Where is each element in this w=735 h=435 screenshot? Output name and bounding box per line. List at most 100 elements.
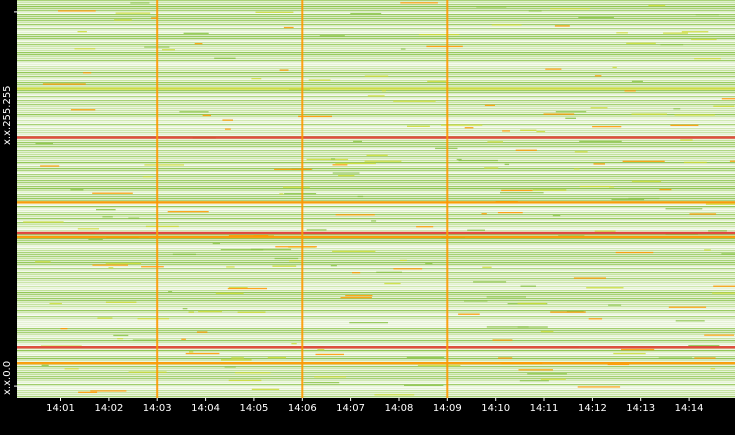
traffic-speck — [590, 107, 608, 109]
traffic-row — [17, 358, 735, 360]
traffic-row — [17, 2, 735, 4]
traffic-row — [17, 392, 735, 394]
traffic-speck — [345, 295, 373, 297]
traffic-row — [17, 188, 735, 190]
traffic-speck — [565, 117, 576, 119]
traffic-speck — [497, 212, 523, 214]
traffic-row — [17, 222, 735, 224]
traffic-speck — [60, 328, 68, 330]
traffic-speck — [330, 265, 337, 267]
traffic-speck — [97, 317, 113, 319]
traffic-speck — [306, 158, 349, 161]
traffic-speck — [115, 12, 151, 14]
traffic-row — [17, 246, 735, 248]
traffic-speck — [393, 100, 436, 102]
traffic-row — [17, 318, 735, 320]
traffic-speck — [660, 44, 684, 46]
traffic-row — [17, 206, 735, 208]
traffic-row — [17, 258, 735, 260]
traffic-speck — [275, 246, 317, 248]
traffic-speck — [486, 326, 529, 328]
traffic-speck — [42, 83, 86, 85]
traffic-speck — [426, 45, 463, 48]
traffic-row — [17, 328, 735, 330]
traffic-row — [17, 228, 735, 230]
traffic-speck — [683, 161, 707, 164]
traffic-speck — [573, 168, 580, 170]
traffic-speck — [92, 192, 133, 194]
traffic-speck — [384, 282, 401, 285]
traffic-row — [17, 124, 735, 126]
traffic-speck — [141, 266, 164, 268]
traffic-row — [17, 56, 735, 58]
traffic-speck — [49, 302, 62, 305]
traffic-row — [17, 40, 735, 42]
traffic-speck — [137, 318, 170, 320]
traffic-row — [17, 388, 735, 390]
traffic-speck — [88, 238, 103, 240]
traffic-row — [17, 94, 735, 96]
traffic-speck — [162, 49, 175, 51]
traffic-row — [17, 354, 735, 356]
traffic-row — [17, 212, 735, 214]
traffic-speck — [504, 163, 510, 166]
traffic-row — [17, 204, 735, 206]
x-tick-label: 14:02 — [94, 403, 123, 414]
traffic-speck — [528, 10, 542, 12]
traffic-speck — [631, 113, 667, 115]
traffic-speck — [102, 216, 113, 218]
traffic-speck — [594, 230, 616, 232]
traffic-speck — [658, 357, 693, 359]
traffic-row — [17, 380, 735, 382]
traffic-row — [17, 386, 735, 388]
traffic-row — [17, 146, 735, 148]
traffic-heatmap: 14:01 14:02 14:03 14:04 14:05 14:06 14:07 14:08… — [0, 0, 735, 415]
traffic-speck — [114, 19, 132, 21]
traffic-speck — [182, 308, 188, 310]
traffic-speck — [406, 356, 445, 359]
traffic-speck — [427, 80, 447, 82]
traffic-speck — [665, 208, 703, 210]
traffic-row — [17, 254, 735, 256]
traffic-row — [17, 326, 735, 328]
traffic-speck — [612, 66, 617, 69]
vertical-spike — [156, 0, 159, 398]
traffic-speck — [90, 390, 127, 392]
traffic-speck — [41, 364, 49, 366]
horizontal-band — [17, 201, 735, 204]
traffic-speck — [188, 311, 194, 313]
traffic-row — [17, 242, 735, 244]
traffic-speck — [364, 75, 389, 77]
traffic-speck — [543, 113, 575, 115]
traffic-speck — [96, 209, 116, 211]
traffic-row — [17, 292, 735, 294]
traffic-row — [17, 64, 735, 66]
traffic-speck — [267, 357, 286, 359]
traffic-row — [17, 114, 735, 116]
traffic-speck — [517, 302, 547, 305]
traffic-speck — [484, 167, 499, 169]
traffic-speck — [550, 311, 586, 313]
traffic-speck — [225, 128, 231, 130]
traffic-row — [17, 174, 735, 176]
traffic-row — [17, 8, 735, 10]
traffic-speck — [64, 368, 79, 370]
traffic-speck — [484, 104, 495, 106]
traffic-speck — [189, 351, 194, 353]
traffic-speck — [198, 310, 222, 313]
traffic-speck — [181, 338, 186, 340]
traffic-row — [17, 52, 735, 54]
traffic-row — [17, 26, 735, 28]
traffic-speck — [400, 48, 406, 50]
traffic-row — [17, 244, 735, 246]
traffic-speck — [476, 6, 507, 8]
traffic-speck — [364, 160, 402, 162]
traffic-row — [17, 74, 735, 76]
traffic-row — [17, 46, 735, 48]
horizontal-band — [17, 346, 735, 349]
traffic-speck — [674, 114, 715, 116]
traffic-row — [17, 288, 735, 290]
traffic-speck — [713, 105, 735, 107]
traffic-speck — [675, 320, 705, 322]
vertical-spike — [301, 0, 304, 398]
